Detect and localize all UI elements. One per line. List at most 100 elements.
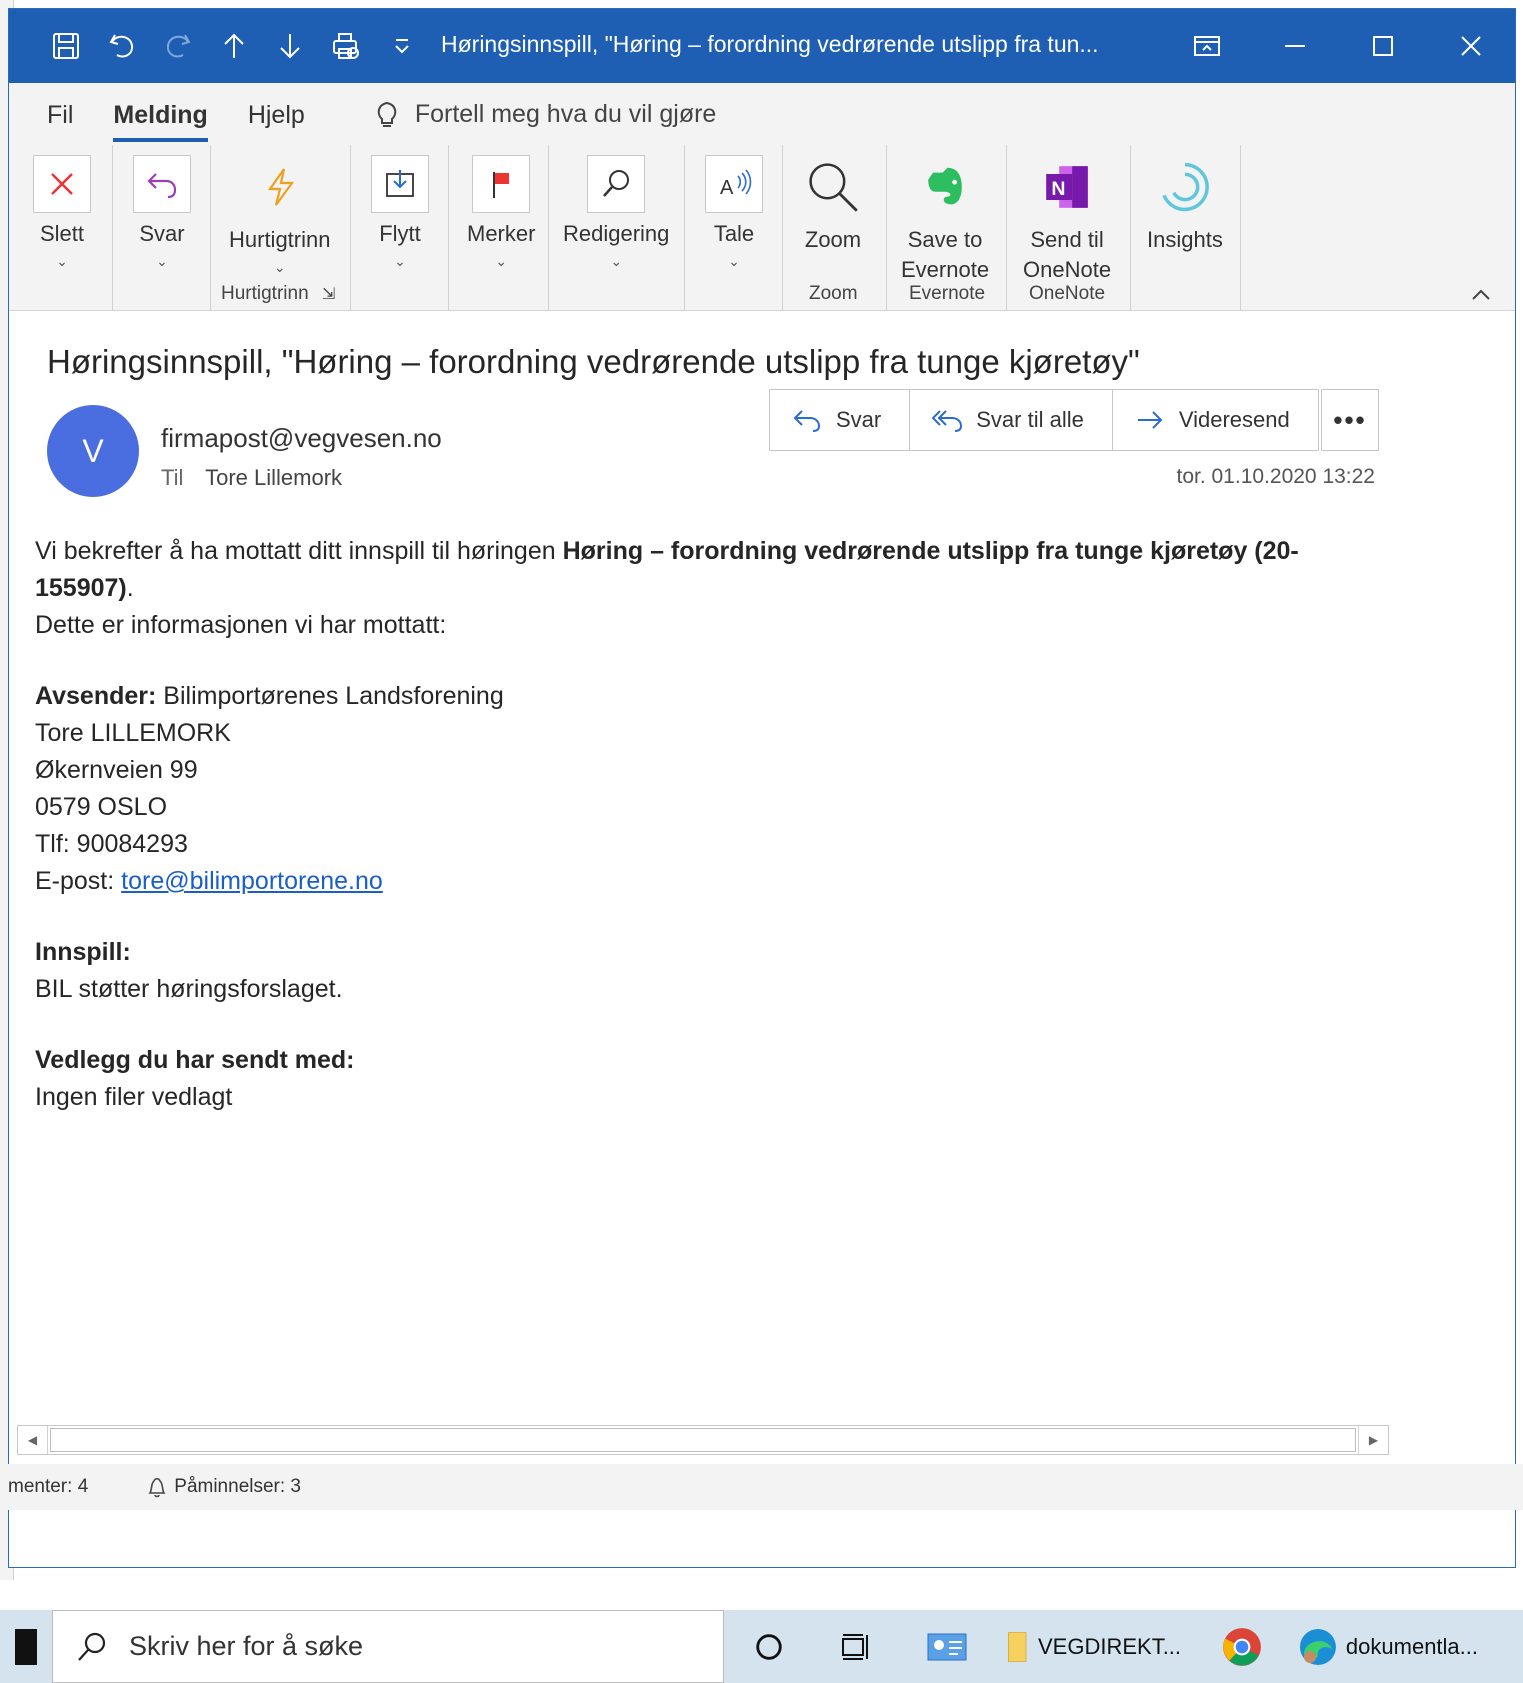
contact-card-icon xyxy=(927,1633,967,1660)
taskbar-app-edge[interactable]: dokumentla... xyxy=(1278,1610,1478,1683)
chrome-icon xyxy=(1223,1627,1261,1666)
onenote-icon: N xyxy=(1046,166,1088,208)
chevron-down-icon xyxy=(395,39,409,54)
tab-help[interactable]: Hjelp xyxy=(248,99,305,130)
previous-item-button[interactable] xyxy=(217,29,251,63)
sender-postal-line: 0579 OSLO xyxy=(35,793,168,821)
cortana-circle-icon xyxy=(756,1633,782,1660)
zoom-icon xyxy=(809,163,858,212)
taskbar-app-chrome[interactable] xyxy=(1206,1610,1278,1683)
tags-button[interactable]: Merker ⌄ xyxy=(467,155,535,269)
ribbon-display-options-button[interactable] xyxy=(1163,9,1251,83)
cortana-button[interactable] xyxy=(724,1610,814,1683)
forward-arrow-icon xyxy=(1137,411,1163,429)
chevron-down-icon: ⌄ xyxy=(273,259,286,275)
ribbon-group-speech: A Tale ⌄ xyxy=(685,145,783,311)
svg-text:A: A xyxy=(720,177,734,199)
window-controls xyxy=(1163,9,1515,83)
search-placeholder: Skriv her for å søke xyxy=(129,1631,364,1661)
recipient-line: Til Tore Lillemork xyxy=(161,465,342,491)
speech-button[interactable]: A Tale ⌄ xyxy=(705,155,763,269)
tab-message[interactable]: Melding xyxy=(113,99,209,142)
to-label: Til xyxy=(161,465,184,490)
maximize-button[interactable] xyxy=(1339,9,1427,83)
ribbon-group-insights: Insights xyxy=(1131,145,1241,311)
sender-address-line: Økernveien 99 xyxy=(35,756,198,784)
scroll-right-icon[interactable]: ▶ xyxy=(1358,1426,1388,1454)
lightbulb-icon xyxy=(377,101,397,127)
minimize-button[interactable] xyxy=(1251,9,1339,83)
start-button[interactable] xyxy=(0,1610,52,1683)
outlook-message-window: Høringsinnspill, "Høring – forordning ve… xyxy=(8,8,1516,1568)
email-link[interactable]: tore@bilimportorene.no xyxy=(121,867,383,895)
windows-logo-icon xyxy=(15,1628,37,1665)
search-icon xyxy=(78,1632,106,1661)
editing-button[interactable]: Redigering ⌄ xyxy=(563,155,669,269)
task-view-button[interactable] xyxy=(814,1610,898,1683)
title-bar: Høringsinnspill, "Høring – forordning ve… xyxy=(9,9,1515,83)
minimize-icon xyxy=(1285,45,1305,47)
forward-action-button[interactable]: Videresend xyxy=(1113,390,1318,450)
delete-x-icon xyxy=(51,173,73,195)
next-item-button[interactable] xyxy=(273,29,307,63)
scrollbar-thumb[interactable] xyxy=(50,1428,1356,1452)
ribbon-group-evernote: Save to Evernote Evernote xyxy=(887,145,1007,311)
insights-button[interactable]: Insights xyxy=(1147,155,1223,255)
tab-file[interactable]: Fil xyxy=(47,99,73,130)
scroll-left-icon[interactable]: ◀ xyxy=(18,1426,48,1454)
tell-me-search[interactable]: Fortell meg hva du vil gjøre xyxy=(373,99,716,129)
move-folder-icon xyxy=(386,170,414,197)
quicksteps-button[interactable]: Hurtigtrinn ⌄ xyxy=(229,155,330,275)
more-actions-button[interactable]: ••• xyxy=(1321,389,1379,451)
reply-all-action-button[interactable]: Svar til alle xyxy=(910,390,1113,450)
quick-access-toolbar xyxy=(9,29,419,63)
reply-button[interactable]: Svar ⌄ xyxy=(133,155,191,269)
task-view-icon xyxy=(842,1633,868,1660)
group-label-evernote: Evernote xyxy=(909,283,986,304)
recipient-name[interactable]: Tore Lillemork xyxy=(205,465,342,490)
group-label-zoom: Zoom xyxy=(809,283,858,304)
reminders-status[interactable]: Påminnelser: 3 xyxy=(146,1475,301,1499)
dialog-launcher-icon[interactable]: ⇲ xyxy=(322,286,335,303)
close-button[interactable] xyxy=(1427,9,1515,83)
evernote-elephant-icon xyxy=(928,167,962,205)
print-button[interactable] xyxy=(329,29,363,63)
collapse-ribbon-icon[interactable] xyxy=(1469,284,1493,304)
taskbar-app-folder[interactable]: VEGDIREKT... xyxy=(996,1610,1206,1683)
move-button[interactable]: Flytt ⌄ xyxy=(371,155,429,269)
ribbon-group-onenote: N Send til OneNote OneNote xyxy=(1007,145,1131,311)
received-date: tor. 01.10.2020 13:22 xyxy=(1176,465,1375,488)
sender-name: Tore LILLEMORK xyxy=(35,719,231,747)
windows-taskbar: Skriv her for å søke VEGDIREKT... dokume… xyxy=(0,1610,1523,1683)
save-button[interactable] xyxy=(49,29,83,63)
ribbon-display-icon xyxy=(1194,36,1220,56)
zoom-button[interactable]: Zoom xyxy=(801,155,865,255)
sender-address[interactable]: firmapost@vegvesen.no xyxy=(161,423,442,454)
insights-icon xyxy=(1162,162,1209,212)
send-to-onenote-button[interactable]: N Send til OneNote xyxy=(1023,155,1111,285)
intro-paragraph: Vi bekrefter å ha mottatt ditt innspill … xyxy=(35,537,1299,602)
redo-button[interactable] xyxy=(161,29,195,63)
chevron-down-icon: ⌄ xyxy=(156,253,168,269)
taskbar-app-contact[interactable] xyxy=(898,1610,996,1683)
sender-line: Avsender: Bilimportørenes Landsforening xyxy=(35,682,504,710)
delete-button[interactable]: Slett ⌄ xyxy=(33,155,91,269)
printer-icon xyxy=(333,33,359,59)
ribbon-group-quicksteps: Hurtigtrinn ⌄ Hurtigtrinn ⇲ xyxy=(211,145,351,311)
bell-icon xyxy=(148,1477,166,1498)
ribbon-group-zoom: Zoom Zoom xyxy=(783,145,887,311)
arrow-down-icon xyxy=(280,34,300,59)
undo-button[interactable] xyxy=(105,29,139,63)
avatar[interactable]: V xyxy=(47,405,139,497)
reply-icon xyxy=(147,173,177,199)
input-text: BIL støtter høringsforslaget. xyxy=(35,975,343,1003)
reply-action-button[interactable]: Svar xyxy=(770,390,911,450)
horizontal-scrollbar[interactable]: ◀ ▶ xyxy=(17,1425,1389,1455)
attachments-text: Ingen filer vedlagt xyxy=(35,1083,233,1111)
save-to-evernote-button[interactable]: Save to Evernote xyxy=(901,155,989,285)
customize-toolbar-button[interactable] xyxy=(385,29,419,63)
input-label: Innspill: xyxy=(35,938,131,966)
folder-icon xyxy=(1008,1631,1027,1662)
taskbar-search[interactable]: Skriv her for å søke xyxy=(52,1610,724,1683)
ribbon-group-tags: Merker ⌄ xyxy=(449,145,549,311)
